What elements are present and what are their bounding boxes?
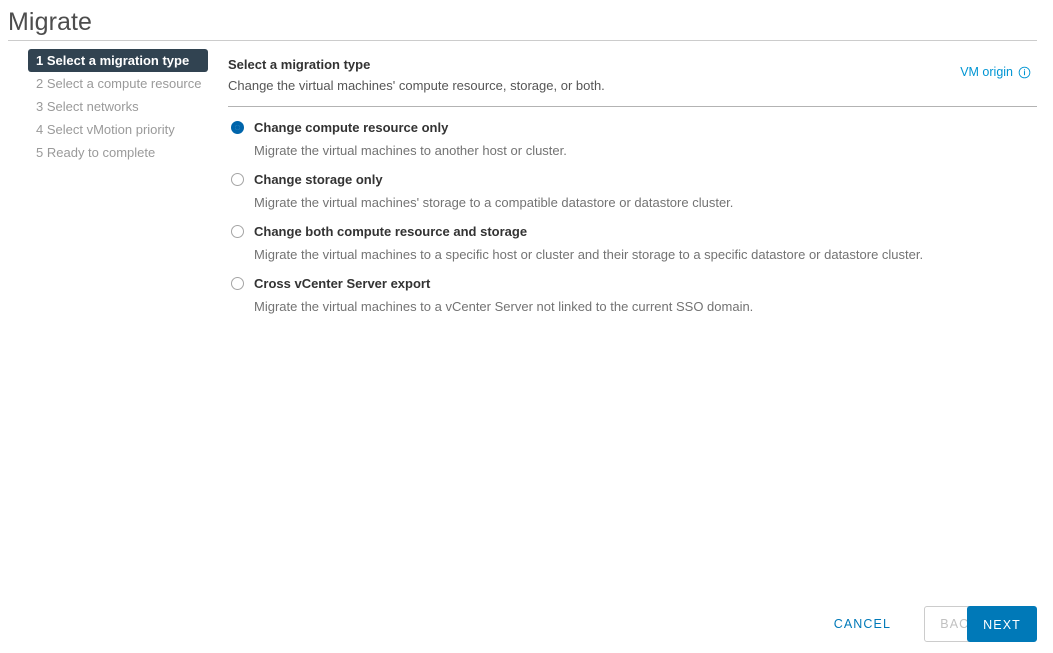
radio-option-change-compute-resource-only[interactable]: Change compute resource only Migrate the… <box>228 119 1037 159</box>
next-button[interactable]: NEXT <box>967 606 1037 642</box>
radio-button-selected-icon[interactable] <box>231 121 244 134</box>
step-label: Select a compute resource <box>46 76 202 91</box>
step-number: 3 <box>36 99 44 114</box>
step-number: 4 <box>36 122 44 137</box>
header-divider <box>8 40 1037 41</box>
wizard-footer: CANCEL BACK NEXT <box>0 606 1053 644</box>
option-label: Cross vCenter Server export <box>254 276 431 291</box>
option-label: Change compute resource only <box>254 120 449 135</box>
radio-option-cross-vcenter-server-export[interactable]: Cross vCenter Server export Migrate the … <box>228 275 1037 315</box>
sidebar-step-1-select-a-migration-type[interactable]: 1 Select a migration type <box>28 49 208 72</box>
option-description: Migrate the virtual machines to a vCente… <box>254 299 754 314</box>
info-circle-icon <box>1018 66 1031 79</box>
wizard-content-pane: Select a migration type Change the virtu… <box>228 49 1037 315</box>
radio-button-icon[interactable] <box>231 277 244 290</box>
sidebar-step-3-select-networks[interactable]: 3 Select networks <box>28 95 210 118</box>
option-description: Migrate the virtual machines' storage to… <box>254 195 734 210</box>
wizard-step-nav: 1 Select a migration type 2 Select a com… <box>28 49 210 164</box>
radio-option-change-storage-only[interactable]: Change storage only Migrate the virtual … <box>228 171 1037 211</box>
migration-type-radio-group: Change compute resource only Migrate the… <box>228 119 1037 315</box>
step-label: Select a migration type <box>46 53 190 68</box>
wizard-header: Migrate <box>0 0 1053 41</box>
content-title: Select a migration type <box>228 57 371 72</box>
vm-origin-label: VM origin <box>960 65 1013 79</box>
sidebar-step-2-select-a-compute-resource[interactable]: 2 Select a compute resource <box>28 72 210 95</box>
vm-origin-link[interactable]: VM origin <box>960 65 1031 79</box>
page-title: Migrate <box>8 8 93 36</box>
step-label: Ready to complete <box>46 145 156 160</box>
radio-option-change-both-compute-resource-and-storage[interactable]: Change both compute resource and storage… <box>228 223 1037 263</box>
step-number: 5 <box>36 145 44 160</box>
cancel-button[interactable]: CANCEL <box>824 606 901 642</box>
option-label: Change storage only <box>254 172 383 187</box>
content-header: Select a migration type Change the virtu… <box>228 55 1037 95</box>
radio-button-icon[interactable] <box>231 225 244 238</box>
option-description: Migrate the virtual machines to a specif… <box>254 247 924 262</box>
radio-button-icon[interactable] <box>231 173 244 186</box>
content-divider <box>228 106 1037 107</box>
step-number: 2 <box>36 76 44 91</box>
step-number: 1 <box>36 53 44 68</box>
sidebar-step-4-select-vmotion-priority[interactable]: 4 Select vMotion priority <box>28 118 210 141</box>
step-label: Select vMotion priority <box>46 122 175 137</box>
content-subtitle: Change the virtual machines' compute res… <box>228 78 605 93</box>
option-label: Change both compute resource and storage <box>254 224 528 239</box>
step-label: Select networks <box>46 99 139 114</box>
option-description: Migrate the virtual machines to another … <box>254 143 567 158</box>
sidebar-step-5-ready-to-complete[interactable]: 5 Ready to complete <box>28 141 210 164</box>
